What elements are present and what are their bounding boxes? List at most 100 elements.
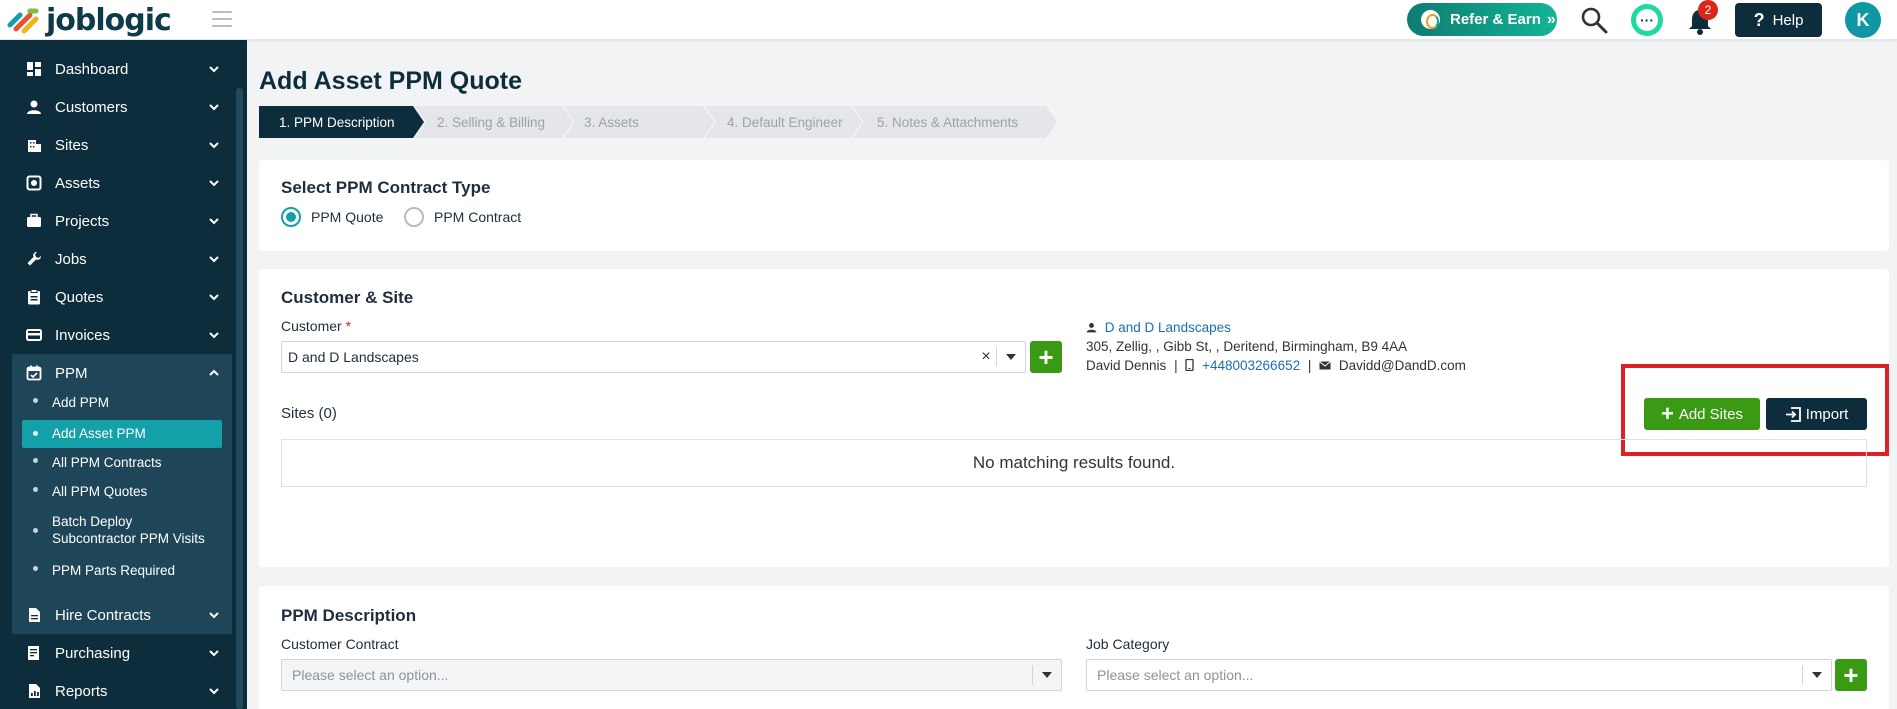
sidebar-item-projects[interactable]: Projects: [0, 202, 232, 240]
radio-label: PPM Quote: [311, 209, 384, 225]
document-icon: [29, 608, 40, 622]
sidebar-subitem-all-ppm-quotes[interactable]: All PPM Quotes: [22, 480, 222, 504]
dropdown-caret-icon[interactable]: [1803, 672, 1831, 678]
refer-earn-label: Refer & Earn: [1450, 11, 1541, 28]
sidebar-subitem-batch-deploy[interactable]: Batch Deploy Subcontractor PPM Visits: [22, 513, 222, 551]
sidebar-subitem-label: Batch Deploy Subcontractor PPM Visits: [52, 514, 205, 546]
logo-mark-icon: [7, 8, 39, 34]
notification-badge: 2: [1698, 0, 1718, 20]
sidebar-subitem-all-ppm-contracts[interactable]: All PPM Contracts: [22, 451, 222, 475]
radio-ppm-contract[interactable]: PPM Contract: [404, 207, 521, 227]
sidebar-item-label: Invoices: [55, 326, 111, 344]
card-icon: [26, 329, 42, 341]
chevron-down-icon: [209, 180, 219, 187]
required-mark: *: [345, 318, 352, 334]
bullet-icon: [33, 431, 38, 436]
clear-icon[interactable]: ×: [976, 348, 996, 366]
sidebar-item-dashboard[interactable]: Dashboard: [0, 50, 232, 88]
sidebar-item-sites[interactable]: Sites: [0, 126, 232, 164]
sidebar-subitem-add-ppm[interactable]: Add PPM: [22, 391, 222, 415]
clipboard-icon: [28, 289, 40, 305]
add-job-category-button[interactable]: +: [1835, 659, 1867, 691]
sidebar-item-label: Purchasing: [55, 644, 131, 662]
chat-dots-icon: ···: [1636, 9, 1658, 31]
customer-contract-select[interactable]: Please select an option...: [281, 659, 1062, 691]
search-icon[interactable]: [1580, 6, 1608, 34]
sidebar-subitem-label: Add Asset PPM: [52, 426, 146, 441]
sidebar-subitem-ppm-parts-required[interactable]: PPM Parts Required: [22, 559, 222, 583]
sidebar-item-label: Dashboard: [55, 60, 129, 78]
sidebar-item-invoices[interactable]: Invoices: [0, 316, 232, 354]
sidebar-item-label: Assets: [55, 174, 101, 192]
customer-name-link[interactable]: D and D Landscapes: [1105, 320, 1231, 335]
bullet-icon: [33, 458, 38, 463]
menu-toggle-icon[interactable]: [212, 11, 232, 27]
step-default-engineer[interactable]: 4. Default Engineer: [705, 106, 862, 138]
briefcase-icon: [27, 213, 41, 227]
contract-type-card: [259, 160, 1889, 251]
step-notes-attachments[interactable]: 5. Notes & Attachments: [853, 106, 1057, 138]
sidebar-item-label: Projects: [55, 212, 110, 230]
step-selling-billing[interactable]: 2. Selling & Billing: [415, 106, 573, 138]
logo-text: joblogic: [46, 2, 172, 38]
help-label: Help: [1772, 11, 1804, 29]
sidebar-item-label: Quotes: [55, 288, 104, 306]
sidebar-item-label: Reports: [55, 682, 108, 700]
dropdown-caret-icon[interactable]: [1033, 672, 1061, 678]
step-assets[interactable]: 3. Assets: [564, 106, 714, 138]
sidebar-item-quotes[interactable]: Quotes: [0, 278, 232, 316]
radio-unselected-icon: [404, 207, 424, 227]
sidebar-item-ppm[interactable]: PPM: [12, 354, 232, 392]
customer-phone-link[interactable]: +448003266652: [1202, 358, 1300, 373]
step-label: 1. PPM Description: [279, 114, 395, 130]
customer-contract-label: Customer Contract: [281, 636, 399, 652]
job-category-select[interactable]: Please select an option...: [1086, 659, 1832, 691]
radio-ppm-quote[interactable]: PPM Quote: [281, 207, 383, 227]
sidebar-item-customers[interactable]: Customers: [0, 88, 232, 126]
joblogic-logo[interactable]: joblogic: [6, 2, 172, 38]
chevron-down-icon: [209, 256, 219, 263]
sidebar-item-reports[interactable]: Reports: [0, 672, 232, 709]
sidebar-item-assets[interactable]: Assets: [0, 164, 232, 202]
page-title: Add Asset PPM Quote: [259, 67, 522, 95]
help-button[interactable]: ? Help: [1735, 3, 1822, 37]
sidebar-subitem-label: Add PPM: [52, 395, 110, 410]
dashboard-icon: [27, 62, 41, 76]
add-customer-button[interactable]: +: [1030, 341, 1062, 373]
sidebar-item-hire-contracts[interactable]: Hire Contracts: [0, 596, 232, 634]
step-label: 5. Notes & Attachments: [877, 114, 1019, 130]
sidebar-item-jobs[interactable]: Jobs: [0, 240, 232, 278]
sidebar-subitem-add-asset-ppm[interactable]: Add Asset PPM: [22, 420, 222, 448]
question-icon: ?: [1753, 9, 1765, 30]
sites-count-label: Sites (0): [281, 405, 337, 422]
chevron-down-icon: [209, 332, 219, 339]
info-separator: |: [1174, 358, 1178, 373]
refer-logo-icon: [1421, 10, 1440, 29]
step-ppm-description[interactable]: 1. PPM Description: [259, 106, 424, 138]
chevron-down-icon: [209, 66, 219, 73]
customer-select[interactable]: D and D Landscapes ×: [281, 341, 1026, 373]
sidebar-item-label: Customers: [55, 98, 128, 116]
bullet-icon: [33, 528, 38, 533]
person-icon: [27, 100, 41, 114]
refer-earn-button[interactable]: Refer & Earn »: [1407, 3, 1557, 36]
chat-icon[interactable]: ···: [1631, 4, 1663, 36]
customer-site-title: Customer & Site: [281, 288, 414, 307]
sidebar: Dashboard Customers Sites Assets Project…: [0, 40, 247, 709]
customer-info: D and D Landscapes 305, Zellig, , Gibb S…: [1086, 318, 1466, 375]
step-label: 4. Default Engineer: [727, 114, 843, 130]
sidebar-subitem-label: All PPM Quotes: [52, 484, 148, 499]
chevron-down-icon: [209, 688, 219, 695]
user-avatar[interactable]: K: [1845, 2, 1881, 38]
chevron-down-icon: [209, 612, 219, 619]
dropdown-caret-icon[interactable]: [997, 354, 1025, 360]
asset-icon: [26, 175, 42, 191]
bullet-icon: [33, 398, 38, 403]
email-icon: [1319, 361, 1331, 370]
info-separator: |: [1307, 358, 1312, 373]
customer-select-value: D and D Landscapes: [288, 349, 419, 365]
chevron-down-icon: [209, 650, 219, 657]
sidebar-item-purchasing[interactable]: Purchasing: [0, 634, 232, 672]
sidebar-scrollbar[interactable]: [236, 88, 243, 709]
sites-empty-state: No matching results found.: [281, 439, 1867, 487]
